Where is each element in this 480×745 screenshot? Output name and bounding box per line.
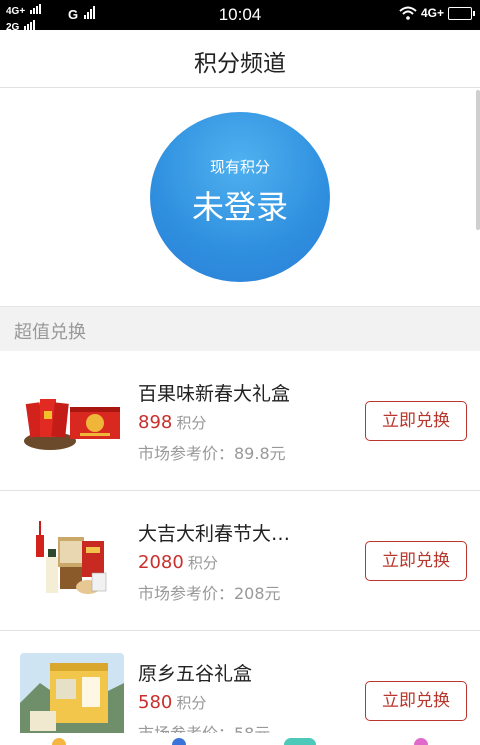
bottom-nav [0, 733, 480, 745]
status-bar: 4G+ 2G G 10:04 4G+ [0, 0, 480, 33]
points-row: 580 积分 [138, 692, 206, 713]
product-image[interactable] [20, 521, 124, 601]
market-price: 市场参考价：89.8元 [138, 444, 286, 463]
nav-home-icon[interactable] [52, 738, 66, 745]
nav-mine-icon[interactable] [414, 738, 428, 745]
gift-box-image [36, 521, 107, 594]
section-header: 超值兑换 [0, 306, 480, 351]
points-row: 898 积分 [138, 412, 206, 433]
gift-box-image [24, 399, 120, 450]
points-unit: 积分 [187, 554, 218, 572]
product-points: 2080 [138, 552, 184, 573]
page-header: 积分频道 [0, 30, 480, 88]
product-name[interactable]: 百果味新春大礼盒 [138, 379, 318, 406]
wifi-icon [399, 6, 417, 20]
redeem-button[interactable]: 立即兑换 [365, 541, 467, 581]
product-item[interactable]: 大吉大利春节大… 2080 积分 市场参考价：208元 立即兑换 [0, 491, 480, 631]
points-unit: 积分 [176, 414, 207, 432]
points-circle[interactable]: 现有积分 未登录 [150, 112, 330, 282]
points-panel: 现有积分 未登录 [0, 89, 480, 306]
points-row: 2080 积分 [138, 552, 218, 573]
redeem-button[interactable]: 立即兑换 [365, 681, 467, 721]
page-title: 积分频道 [194, 51, 286, 77]
market-price: 市场参考价：208元 [138, 584, 281, 603]
points-label: 现有积分 [209, 158, 270, 176]
nav-discover-icon[interactable] [172, 738, 186, 745]
product-name[interactable]: 原乡五谷礼盒 [138, 659, 318, 686]
product-image[interactable] [20, 653, 124, 743]
gift-box-image [20, 653, 124, 743]
status-right: 4G+ [399, 6, 475, 20]
scrollbar[interactable] [476, 90, 480, 230]
product-points: 580 [138, 692, 173, 713]
product-points: 898 [138, 412, 173, 433]
nav-service-icon[interactable] [284, 738, 316, 745]
section-title: 超值兑换 [14, 322, 86, 343]
product-list: 百果味新春大礼盒 898 积分 市场参考价：89.8元 立即兑换 大吉大利春节大… [0, 351, 480, 745]
product-item[interactable]: 百果味新春大礼盒 898 积分 市场参考价：89.8元 立即兑换 [0, 351, 480, 491]
login-status[interactable]: 未登录 [150, 182, 330, 228]
network-right-label: 4G+ [420, 6, 444, 20]
redeem-button[interactable]: 立即兑换 [365, 401, 467, 441]
product-name[interactable]: 大吉大利春节大… [138, 519, 318, 546]
product-item[interactable]: 原乡五谷礼盒 580积分 市场参考价：58元 立即兑换 [0, 631, 480, 745]
points-unit: 积分 [176, 694, 207, 712]
battery-icon [448, 6, 475, 20]
product-image[interactable] [20, 381, 124, 461]
